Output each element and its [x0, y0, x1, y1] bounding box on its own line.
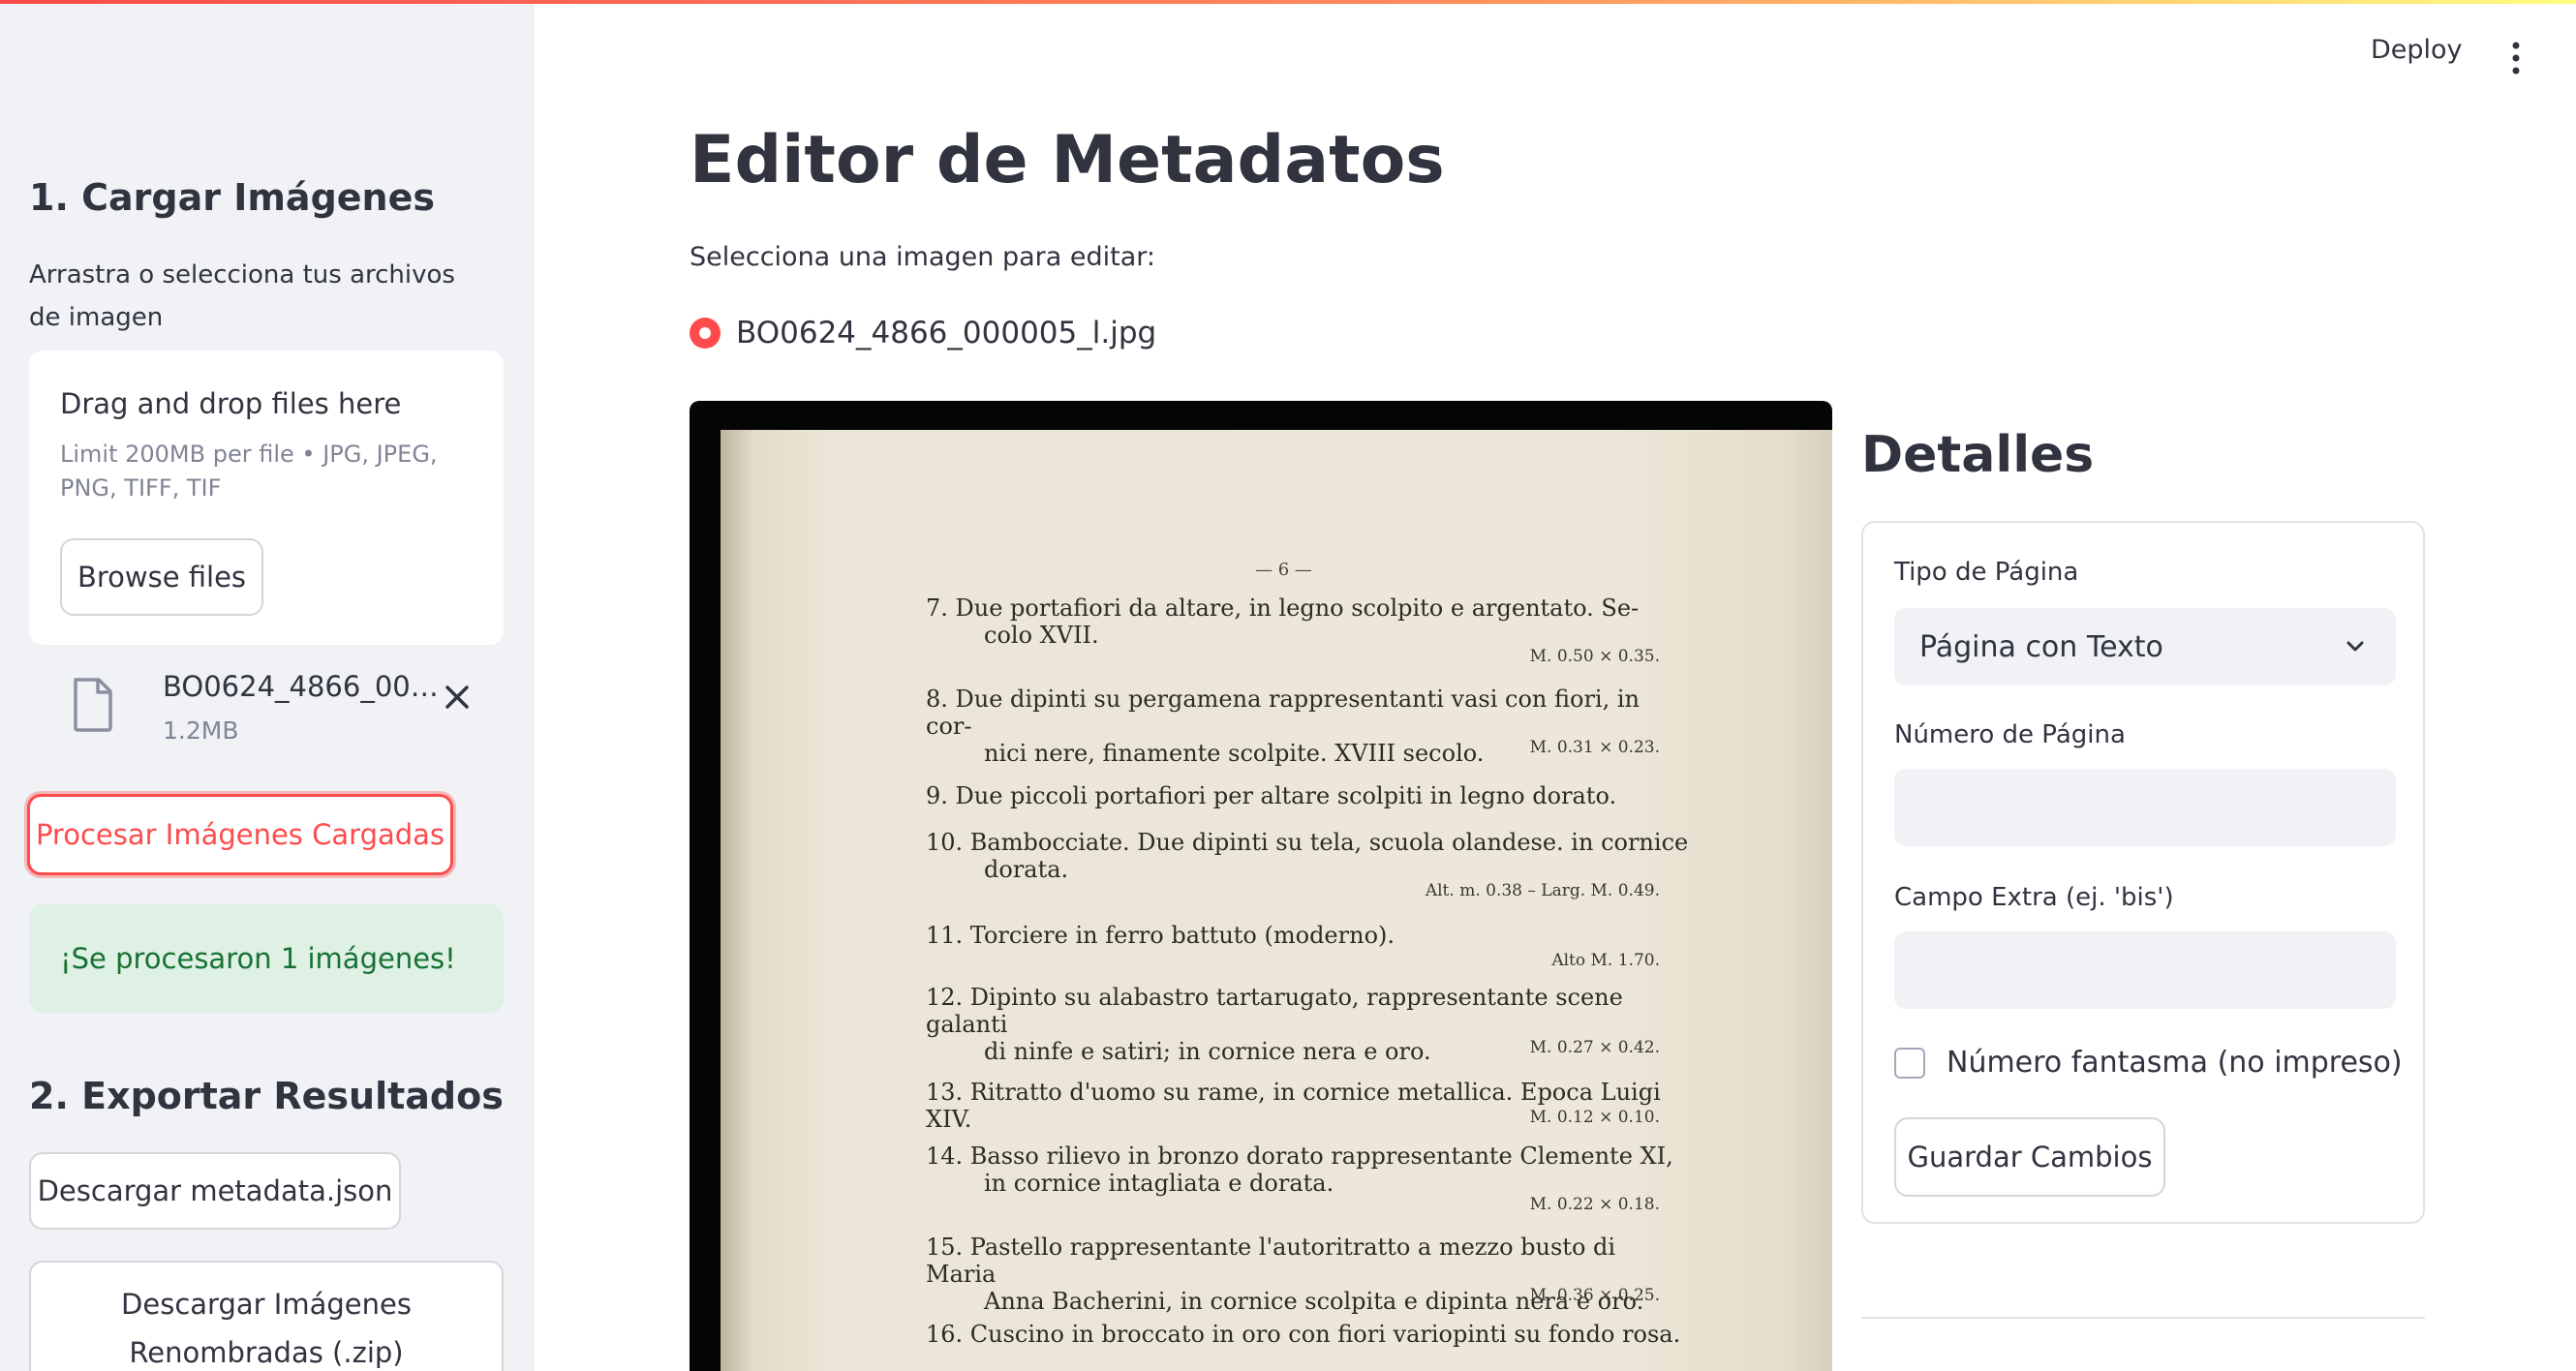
ghost-number-checkbox[interactable]: [1894, 1047, 1925, 1079]
catalog-entry: 9. Due piccoli portafiori per altare sco…: [926, 782, 1691, 809]
entry-measure: Alt. m. 0.38 – Larg. M. 0.49.: [1425, 881, 1660, 900]
catalog-entry: 7. Due portafiori da altare, in legno sc…: [926, 594, 1691, 649]
uploaded-file-item: BO0624_4866_000005_l.jpg 1.2MB: [29, 658, 504, 755]
page-type-label: Tipo de Página: [1894, 558, 2079, 587]
entry-measure: M. 0.12 ⨯ 0.10.: [1529, 1108, 1660, 1127]
process-images-button[interactable]: Procesar Imágenes Cargadas: [27, 794, 453, 875]
file-icon: [74, 678, 112, 732]
download-json-button[interactable]: Descargar metadata.json: [29, 1152, 401, 1230]
entry-line: 15. Pastello rappresentante l'autoritrat…: [926, 1234, 1616, 1288]
entry-line: 12. Dipinto su alabastro tartarugato, ra…: [926, 984, 1623, 1038]
entry-line: 7. Due portafiori da altare, in legno sc…: [926, 594, 1640, 622]
uploaded-file-size: 1.2MB: [163, 716, 239, 745]
ghost-number-option[interactable]: Número fantasma (no impreso): [1894, 1046, 2403, 1080]
section-divider: [1861, 1317, 2425, 1319]
entry-measure: M. 0.31 ⨯ 0.23.: [1529, 738, 1660, 757]
dropzone-title: Drag and drop files here: [60, 387, 402, 420]
page-type-value: Página con Texto: [1919, 629, 2163, 664]
metadata-form: Tipo de Página Página con Texto Número d…: [1861, 521, 2425, 1224]
radio-selected-icon[interactable]: [690, 318, 721, 349]
page-title: Editor de Metadatos: [690, 122, 1445, 198]
uploaded-file-name: BO0624_4866_000005_l.jpg: [163, 670, 444, 703]
entry-line: 10. Bambocciate. Due dipinti su tela, sc…: [926, 829, 1689, 856]
entry-line: in cornice intagliata e dorata.: [984, 1170, 1334, 1197]
image-radio-option[interactable]: BO0624_4866_000005_l.jpg: [690, 312, 1156, 354]
download-zip-button[interactable]: Descargar Imágenes Renombradas (.zip): [29, 1261, 504, 1371]
scanned-page: — 6 — 7. Due portafiori da altare, in le…: [721, 430, 1832, 1371]
success-alert: ¡Se procesaron 1 imágenes!: [29, 904, 504, 1013]
image-select-label: Selecciona una imagen para editar:: [690, 242, 1155, 272]
section-upload-title: 1. Cargar Imágenes: [29, 176, 435, 219]
page-number-input[interactable]: [1894, 769, 2396, 846]
scanned-page-number: — 6 —: [1255, 560, 1312, 580]
entry-measure: M. 0.50 ⨯ 0.35.: [1529, 647, 1660, 666]
deploy-button[interactable]: Deploy: [2371, 35, 2463, 65]
entry-line: 8. Due dipinti su pergamena rappresentan…: [926, 686, 1640, 740]
page-number-label: Número de Página: [1894, 720, 2126, 749]
entry-line: 11. Torciere in ferro battuto (moderno).: [926, 922, 1395, 949]
catalog-entry: 16. Cuscino in broccato in oro con fiori…: [926, 1321, 1691, 1348]
upload-instructions: Arrastra o selecciona tus archivos de im…: [29, 260, 455, 332]
document-image-viewer: — 6 — 7. Due portafiori da altare, in le…: [690, 401, 1832, 1371]
entry-measure: Alto M. 1.70.: [1551, 951, 1660, 970]
entry-line: 9. Due piccoli portafiori per altare sco…: [926, 782, 1617, 809]
ghost-number-label: Número fantasma (no impreso): [1947, 1046, 2403, 1080]
remove-file-icon[interactable]: [434, 674, 480, 720]
section-export-title: 2. Exportar Resultados: [29, 1075, 504, 1117]
dropzone-limit: Limit 200MB per file • JPG, JPEG, PNG, T…: [60, 441, 438, 502]
top-decoration-bar: [0, 0, 2576, 4]
entry-line: colo XVII.: [984, 622, 1099, 649]
entry-line: dorata.: [984, 856, 1069, 883]
image-radio-label: BO0624_4866_000005_l.jpg: [736, 316, 1157, 350]
catalog-entry: 14. Basso rilievo in bronzo dorato rappr…: [926, 1142, 1691, 1197]
kebab-menu-icon[interactable]: [2504, 41, 2528, 76]
browse-files-button[interactable]: Browse files: [60, 538, 263, 616]
details-title: Detalles: [1861, 426, 2095, 484]
entry-measure: M. 0.22 ⨯ 0.18.: [1529, 1195, 1660, 1214]
sidebar: 1. Cargar Imágenes Arrastra o selecciona…: [0, 0, 535, 1371]
entry-line: 16. Cuscino in broccato in oro con fiori…: [926, 1321, 1681, 1348]
extra-field-input[interactable]: [1894, 931, 2396, 1009]
file-dropzone[interactable]: Drag and drop files here Limit 200MB per…: [29, 350, 504, 645]
chevron-down-icon: [2346, 641, 2364, 652]
page-type-select[interactable]: Página con Texto: [1894, 608, 2396, 686]
entry-measure: M. 0.27 ⨯ 0.42.: [1529, 1038, 1660, 1057]
extra-field-label: Campo Extra (ej. 'bis'): [1894, 883, 2174, 912]
save-changes-button[interactable]: Guardar Cambios: [1894, 1117, 2165, 1197]
entry-line: 14. Basso rilievo in bronzo dorato rappr…: [926, 1142, 1673, 1170]
catalog-entry: 10. Bambocciate. Due dipinti su tela, sc…: [926, 829, 1691, 883]
catalog-entry: 11. Torciere in ferro battuto (moderno).: [926, 922, 1691, 949]
entry-measure: M. 0.36 ⨯ 0.25.: [1529, 1286, 1660, 1305]
